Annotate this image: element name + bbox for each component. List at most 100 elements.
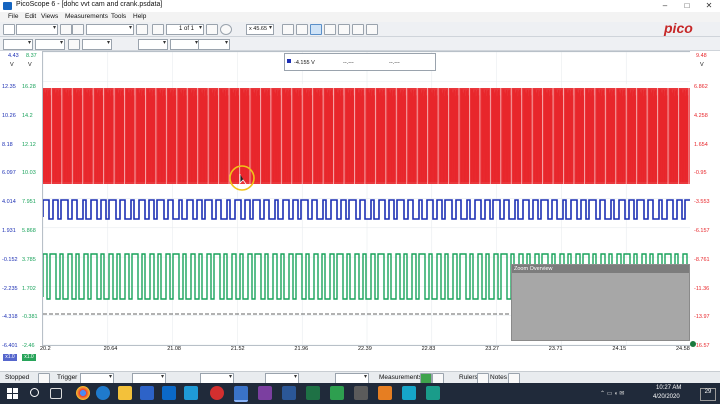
task-view-icon[interactable] [50,388,62,399]
left-axis-tick-b: -2.46 [22,343,35,350]
zoom-out-button[interactable] [338,24,350,35]
right-axis-tick: 1.654 [694,141,708,148]
next-page-button[interactable] [206,24,218,35]
page-indicator: 1 of 1 [179,26,195,32]
notification-badge[interactable]: 29 [700,388,716,401]
chrome-icon[interactable] [76,386,90,400]
channel-b-button[interactable] [68,39,80,50]
pico-taskbar-icon[interactable] [234,386,248,402]
x-axis-tick: 23.27 [485,346,499,352]
x-axis-tick: 23.71 [548,346,563,352]
left-axis-tick-b: 7.951 [22,199,36,206]
undo-zoom-button[interactable] [366,24,378,35]
left-axis-tick-b: 1.702 [22,285,36,292]
app-icon-orange[interactable] [378,386,392,400]
ruler-value: -4.155 V [294,60,315,66]
prev-page-button[interactable] [152,24,164,35]
app-icon-purple[interactable] [258,386,272,400]
timebase-combo[interactable] [16,24,58,35]
right-axis-tick: -3.553 [694,199,710,206]
app-icon-blue[interactable] [140,386,154,400]
channel-options-button[interactable] [72,24,84,35]
select-tool-button[interactable] [296,24,308,35]
clock-time[interactable]: 10:27 AM [656,385,681,391]
close-button[interactable]: ✕ [698,0,720,12]
channel-toolbar [0,37,720,51]
explorer-icon[interactable] [118,386,132,400]
windows-taskbar: ⌃ ▭ ◖ ✉ 10:27 AM 4/20/2020 29 [0,383,720,404]
maximize-button[interactable]: □ [676,0,698,12]
page-selector[interactable]: 1 of 1 [166,24,204,35]
edge-icon[interactable] [96,386,110,400]
app-icon-dark[interactable] [354,386,368,400]
ruler-handle-right[interactable] [690,341,696,347]
rulers-label[interactable]: Rulers [459,374,478,381]
channel-c-range[interactable] [138,39,168,50]
notes-label[interactable]: Notes [490,374,507,381]
menu-edit[interactable]: Edit [25,13,36,20]
excel-icon[interactable] [306,386,320,400]
logo-text: pico [664,20,693,36]
menu-views[interactable]: Views [41,13,58,20]
menu-file[interactable]: File [8,13,18,20]
app-icon [3,2,12,10]
x-axis-tick: 24.15 [612,346,627,352]
notification-count: 29 [704,389,712,395]
left-axis-tick-b: -0.381 [22,314,38,321]
right-axis-tick: -6.157 [694,228,710,234]
channel-c-coupling[interactable] [170,39,200,50]
menu-help[interactable]: Help [133,13,146,20]
left-axis-tick-b: 14.2 [22,112,33,119]
x-axis-tick: 20.2 [40,346,51,352]
zoom-in-button[interactable] [324,24,336,35]
channel-a-button[interactable] [3,24,15,35]
store-icon[interactable] [184,386,198,400]
menu-measurements[interactable]: Measurements [65,13,108,20]
left-axis-tick-a: 1.931 [2,228,16,234]
samples-combo[interactable] [86,24,134,35]
mail-icon[interactable] [162,386,176,400]
channel-d-range[interactable] [198,39,230,50]
channel-a-scale-badge[interactable]: x1.0 [3,354,17,361]
trigger-label: Trigger [57,374,78,381]
search-icon[interactable] [30,388,39,397]
word-icon[interactable] [282,386,296,400]
left-axis-tick-a: 10.26 [2,112,16,119]
zoom-overview-panel[interactable]: Zoom Overview [511,264,690,341]
app-icon-cyan[interactable] [402,386,416,400]
x-axis-tick: 22.83 [421,346,436,352]
hand-tool-button[interactable] [282,24,294,35]
channel-a-coupling[interactable] [35,39,65,50]
x-axis: 20.2 20.64 21.08 21.52 21.96 22.39 22.83 23.27 2… [40,344,690,356]
window-title: PicoScope 6 - [dohc vvt cam and crank.ps… [16,1,163,8]
right-axis-ticks: 6.862 4.258 1.654 -0.95 -3.553 -6.157 -8.761 -1… [690,51,720,349]
app-icon-teal[interactable] [426,386,440,400]
zoom-tool-button[interactable] [310,24,322,35]
channel-b-scale-badge[interactable]: x1.0 [22,354,36,361]
left-axis-tick-b: 10.03 [22,170,36,177]
zoom-overview-title: Zoom Overview [512,265,689,273]
measurements-label[interactable]: Measurements [379,374,422,381]
left-axis-tick-a: 6.097 [2,170,16,177]
zoom-factor-box[interactable]: x 45.65 [246,24,274,35]
system-tray-icons[interactable]: ⌃ ▭ ◖ ✉ [600,390,640,397]
channel-a-range[interactable] [3,39,33,50]
menu-tools[interactable]: Tools [111,13,126,20]
right-axis-tick: -16.57 [694,343,710,350]
minimize-button[interactable]: – [654,0,676,12]
left-axis-tick-a: -4.318 [2,314,18,321]
menu-bar: File Edit Views Measurements Tools Help [0,12,720,22]
x-axis-tick: 21.96 [294,346,309,352]
channel-b-range[interactable] [82,39,112,50]
play-button[interactable] [136,24,148,35]
history-button[interactable] [220,24,232,35]
app-icon-red[interactable] [210,386,224,400]
start-icon[interactable] [7,388,18,399]
zoom-fit-button[interactable] [352,24,364,35]
left-axis-tick-a: -6.401 [2,343,18,350]
right-axis-tick: 6.862 [694,84,708,90]
clock-date[interactable]: 4/20/2020 [653,394,680,400]
left-axis-tick-a: 4.014 [2,199,16,206]
app-icon-green[interactable] [330,386,344,400]
settings-button[interactable] [60,24,72,35]
